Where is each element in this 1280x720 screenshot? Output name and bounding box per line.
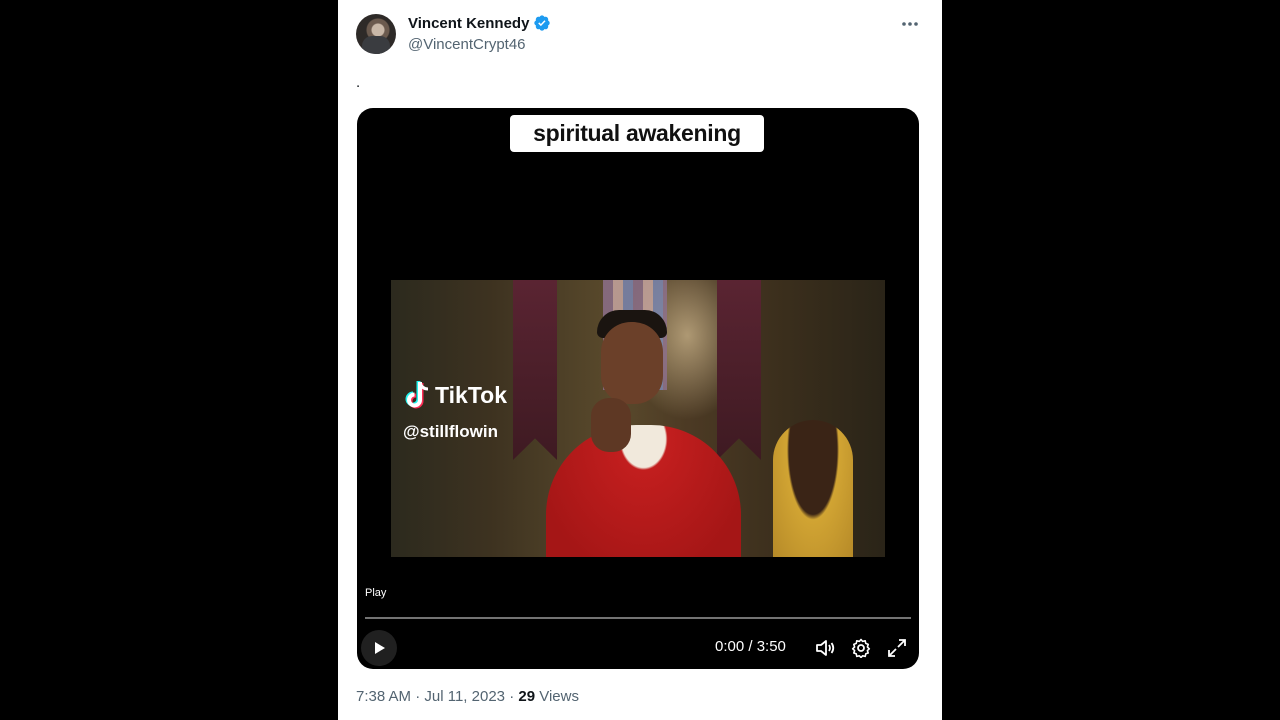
- fullscreen-icon: [888, 639, 906, 657]
- video-time-readout: 0:00 / 3:50: [715, 638, 786, 655]
- avatar[interactable]: [356, 14, 396, 54]
- gear-icon: [851, 638, 871, 658]
- video-progress-bar[interactable]: [365, 617, 911, 619]
- meta-separator: ·: [415, 688, 421, 705]
- tiktok-brand-text: TikTok: [435, 381, 507, 408]
- tiktok-icon: [405, 381, 429, 409]
- volume-button[interactable]: [813, 636, 837, 660]
- views-count: 29: [518, 688, 536, 705]
- person-head: [601, 322, 663, 404]
- banner-left: [513, 280, 557, 460]
- tweet-text: .: [356, 74, 361, 91]
- views-label: Views: [539, 688, 579, 705]
- author-handle[interactable]: @VincentCrypt46: [408, 36, 526, 53]
- tweet-meta: 7:38 AM · Jul 11, 2023 · 29 Views: [356, 688, 579, 705]
- author-display-name[interactable]: Vincent Kennedy: [408, 15, 529, 32]
- video-frame[interactable]: TikTok @stillflowin: [391, 280, 885, 557]
- fullscreen-button[interactable]: [885, 636, 909, 660]
- person-red-jacket: [546, 425, 741, 557]
- more-dots-icon: [902, 22, 918, 26]
- video-caption: spiritual awakening: [510, 115, 764, 152]
- settings-button[interactable]: [849, 636, 873, 660]
- tiktok-handle: @stillflowin: [403, 422, 498, 441]
- play-icon: [375, 642, 385, 654]
- verified-badge-icon: [534, 15, 550, 31]
- play-tooltip: Play: [365, 587, 387, 599]
- meta-separator: ·: [509, 688, 515, 705]
- banner-right: [717, 280, 761, 460]
- video-player[interactable]: spiritual awakening TikTok @stillflowin: [357, 108, 919, 669]
- volume-icon: [816, 640, 835, 656]
- tweet-card: Vincent Kennedy @VincentCrypt46 . spirit…: [338, 0, 942, 720]
- tiktok-watermark: TikTok: [405, 380, 507, 410]
- tweet-time[interactable]: 7:38 AM: [356, 688, 411, 705]
- bystander-figure: [773, 420, 853, 557]
- person-hand: [591, 398, 631, 452]
- play-button[interactable]: [361, 630, 397, 666]
- more-options-button[interactable]: [894, 10, 926, 38]
- tweet-date[interactable]: Jul 11, 2023: [424, 688, 505, 705]
